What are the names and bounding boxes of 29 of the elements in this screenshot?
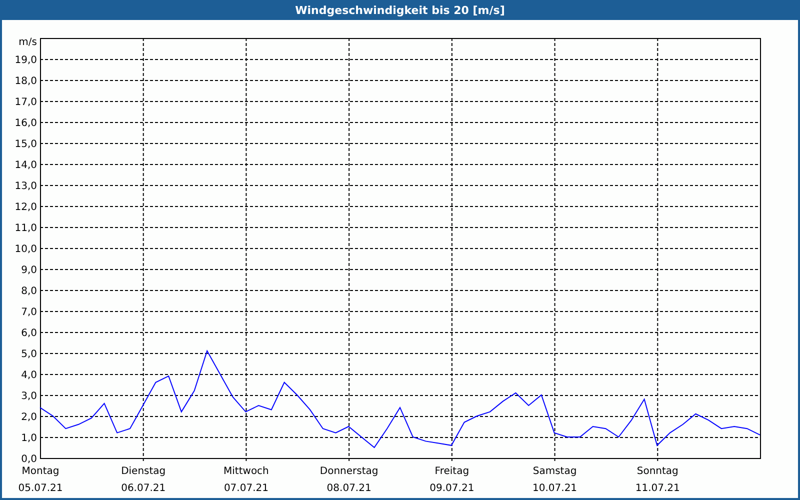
y-tick-label: 13,0: [14, 181, 37, 192]
y-tick-label: 14,0: [14, 160, 37, 171]
x-tick-label: Samstag 10.07.21: [532, 466, 578, 494]
x-tick-label: Donnerstag 08.07.21: [320, 466, 378, 494]
y-tick-label: 5,0: [21, 349, 37, 360]
window-title: Windgeschwindigkeit bis 20 [m/s]: [0, 0, 800, 20]
axis-unit-label: m/s: [18, 37, 37, 48]
y-tick-label: 8,0: [21, 286, 37, 297]
y-tick-label: 0,0: [21, 454, 37, 465]
x-tick-label: Freitag 09.07.21: [430, 466, 474, 494]
y-tick-label: 11,0: [14, 223, 37, 234]
x-tick-label: Sonntag 11.07.21: [635, 466, 680, 494]
y-tick-label: 9,0: [21, 265, 37, 276]
y-tick-label: 15,0: [14, 139, 37, 150]
y-tick-label: 18,0: [14, 76, 37, 87]
x-tick-label: Dienstag 06.07.21: [121, 466, 166, 494]
y-tick-label: 7,0: [21, 307, 37, 318]
x-tick-label: Montag 05.07.21: [18, 466, 63, 494]
y-tick-label: 12,0: [14, 202, 37, 213]
x-tick-label: Mittwoch 07.07.21: [224, 466, 269, 494]
y-tick-label: 6,0: [21, 328, 37, 339]
y-tick-label: 4,0: [21, 370, 37, 381]
y-tick-label: 17,0: [14, 97, 37, 108]
y-tick-label: 3,0: [21, 391, 37, 402]
y-tick-label: 16,0: [14, 118, 37, 129]
y-tick-label: 1,0: [21, 433, 37, 444]
y-tick-label: 10,0: [14, 244, 37, 255]
y-tick-label: 2,0: [21, 412, 37, 423]
y-tick-label: 19,0: [14, 55, 37, 66]
